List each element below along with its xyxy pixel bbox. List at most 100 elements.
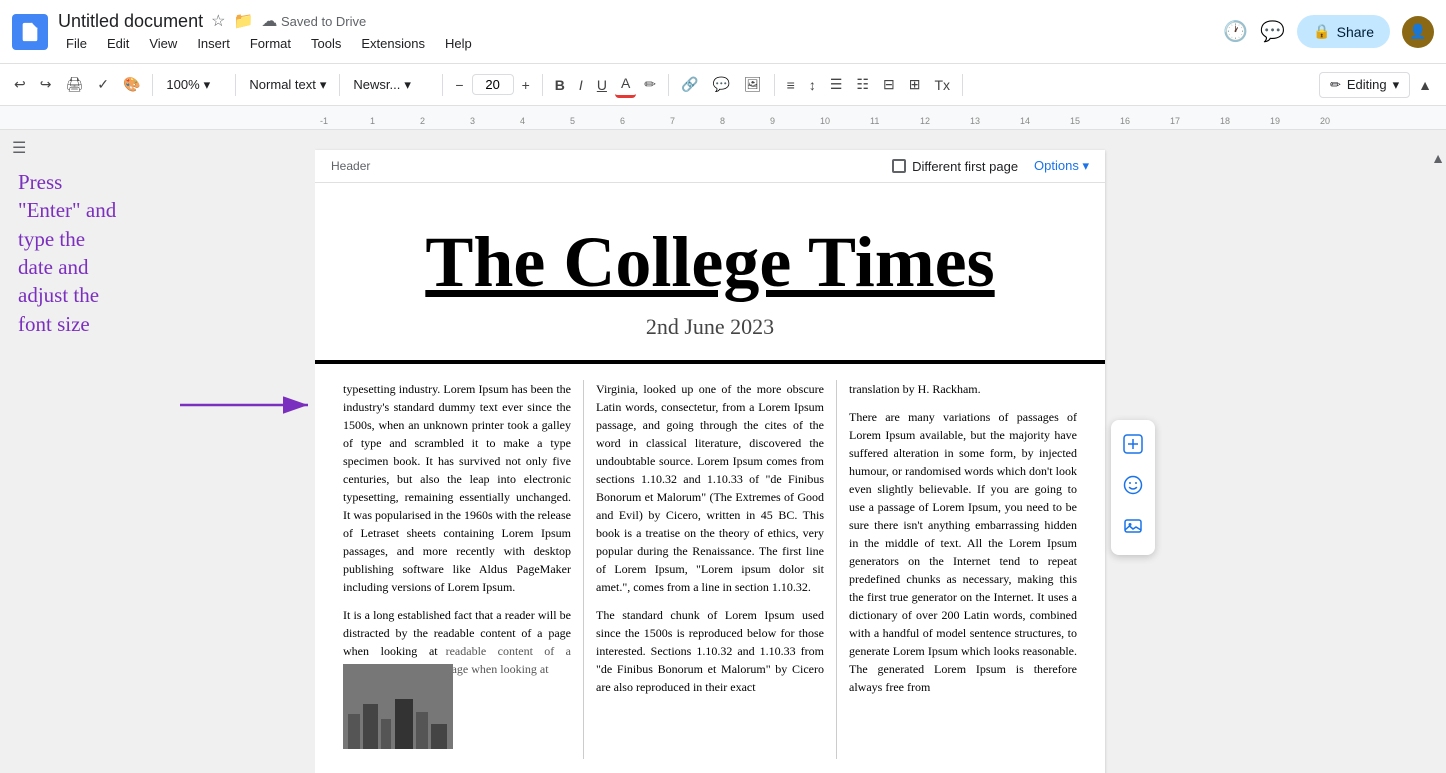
folder-icon[interactable]: 📁 <box>233 11 253 31</box>
undo-button[interactable]: ↩ <box>8 72 32 97</box>
history-button[interactable]: 🕐 <box>1223 19 1248 44</box>
text-color-button[interactable]: A <box>615 71 636 98</box>
doc-scroll[interactable]: Header Different first page Options ▾ Th… <box>315 130 1430 773</box>
col3-para1: translation by H. Rackham. <box>849 380 1077 398</box>
highlight-button[interactable]: ✏ <box>638 72 662 97</box>
toolbar-sep-8 <box>962 74 963 96</box>
style-select[interactable]: Normal text ▾ <box>242 73 333 97</box>
doc-title[interactable]: Untitled document <box>58 11 203 32</box>
underline-button[interactable]: U <box>591 73 613 97</box>
link-button[interactable]: 🔗 <box>675 72 704 97</box>
col2-para2: The standard chunk of Lorem Ipsum used s… <box>596 606 824 696</box>
columns: typesetting industry. Lorem Ipsum has be… <box>315 364 1105 773</box>
bold-button[interactable]: B <box>549 73 571 97</box>
diff-first-page: Different first page <box>892 159 1018 174</box>
newspaper-title[interactable]: The College Times <box>375 223 1045 302</box>
font-size-increase-button[interactable]: + <box>516 73 536 97</box>
print-button[interactable]: 🖨 <box>59 72 89 97</box>
svg-text:7: 7 <box>670 116 675 126</box>
newspaper-date[interactable]: 2nd June 2023 <box>375 314 1045 340</box>
collapse-toolbar-button[interactable]: ▲ <box>1412 73 1438 97</box>
add-element-button[interactable] <box>1117 428 1149 465</box>
main-area: ☰ Press "Enter" and type the date and ad… <box>0 130 1446 773</box>
zoom-select[interactable]: 100% ▾ <box>159 73 229 97</box>
spellcheck-button[interactable]: ✓ <box>91 72 115 97</box>
svg-text:10: 10 <box>820 116 830 126</box>
saved-status: ☁ Saved to Drive <box>261 11 366 31</box>
indent-decrease-button[interactable]: ⊟ <box>877 72 901 97</box>
menu-tools[interactable]: Tools <box>303 34 349 53</box>
menu-edit[interactable]: Edit <box>99 34 137 53</box>
insert-image-button[interactable] <box>1117 510 1149 547</box>
svg-text:11: 11 <box>870 116 879 126</box>
menu-insert[interactable]: Insert <box>189 34 238 53</box>
align-button[interactable]: ≡ <box>781 73 801 97</box>
col1-para2: It is a long established fact that a rea… <box>343 606 571 749</box>
menu-file[interactable]: File <box>58 34 95 53</box>
font-size-input[interactable] <box>472 74 514 95</box>
star-icon[interactable]: ☆ <box>211 11 225 31</box>
col1-para1: typesetting industry. Lorem Ipsum has be… <box>343 380 571 596</box>
menu-help[interactable]: Help <box>437 34 480 53</box>
sidebar-left: ☰ Press "Enter" and type the date and ad… <box>0 130 315 773</box>
menu-view[interactable]: View <box>141 34 185 53</box>
numbered-list-button[interactable]: ☷ <box>850 72 875 97</box>
toolbar-sep-6 <box>668 74 669 96</box>
svg-text:-1: -1 <box>320 116 328 126</box>
svg-text:19: 19 <box>1270 116 1280 126</box>
paint-format-button[interactable]: 🎨 <box>117 72 146 97</box>
menu-format[interactable]: Format <box>242 34 299 53</box>
toolbar-sep-5 <box>542 74 543 96</box>
svg-text:4: 4 <box>520 116 525 126</box>
italic-button[interactable]: I <box>573 73 589 97</box>
right-panel: ▲ <box>1430 130 1446 773</box>
font-size-decrease-button[interactable]: − <box>449 73 469 97</box>
svg-text:9: 9 <box>770 116 775 126</box>
svg-text:15: 15 <box>1070 116 1080 126</box>
svg-text:12: 12 <box>920 116 930 126</box>
svg-text:6: 6 <box>620 116 625 126</box>
options-button[interactable]: Options ▾ <box>1034 158 1089 174</box>
column-2[interactable]: Virginia, looked up one of the more obsc… <box>584 380 837 759</box>
share-button[interactable]: 🔒 Share <box>1297 15 1390 48</box>
column-1[interactable]: typesetting industry. Lorem Ipsum has be… <box>331 380 584 759</box>
top-bar: Untitled document ☆ 📁 ☁ Saved to Drive F… <box>0 0 1446 64</box>
diff-first-page-checkbox[interactable] <box>892 159 906 173</box>
image-button[interactable]: 🖼 <box>738 72 768 97</box>
redo-button[interactable]: ↪ <box>34 72 58 97</box>
menu-bar: File Edit View Insert Format Tools Exten… <box>58 34 1223 53</box>
toolbar-sep-4 <box>442 74 443 96</box>
collapse-sidebar-button[interactable]: ▲ <box>1431 150 1445 166</box>
col3-para2: There are many variations of passages of… <box>849 408 1077 696</box>
editing-mode-select[interactable]: ✏ Editing ▾ <box>1319 72 1410 98</box>
header-label: Header <box>331 159 370 173</box>
outline-icon[interactable]: ☰ <box>12 138 26 158</box>
indent-increase-button[interactable]: ⊞ <box>903 72 927 97</box>
bullets-button[interactable]: ☰ <box>824 72 849 97</box>
emoji-button[interactable] <box>1117 469 1149 506</box>
svg-text:2: 2 <box>420 116 425 126</box>
svg-text:8: 8 <box>720 116 725 126</box>
svg-text:17: 17 <box>1170 116 1180 126</box>
toolbar-sep-3 <box>339 74 340 96</box>
diff-first-page-label: Different first page <box>912 159 1018 174</box>
menu-extensions[interactable]: Extensions <box>353 34 433 53</box>
svg-text:13: 13 <box>970 116 980 126</box>
chat-button[interactable]: 💬 <box>1260 19 1285 44</box>
svg-text:16: 16 <box>1120 116 1130 126</box>
toolbar-sep-1 <box>152 74 153 96</box>
svg-text:20: 20 <box>1320 116 1330 126</box>
column-3[interactable]: translation by H. Rackham. There are man… <box>837 380 1089 759</box>
avatar: 👤 <box>1402 16 1434 48</box>
comment-button[interactable]: 💬 <box>706 72 735 97</box>
clear-format-button[interactable]: Tx <box>928 73 956 97</box>
line-spacing-button[interactable]: ↕ <box>803 73 822 97</box>
toolbar-sep-2 <box>235 74 236 96</box>
svg-text:18: 18 <box>1220 116 1230 126</box>
top-right: 🕐 💬 🔒 Share 👤 <box>1223 15 1434 48</box>
svg-text:1: 1 <box>370 116 375 126</box>
doc-page: Header Different first page Options ▾ Th… <box>315 150 1105 773</box>
pencil-icon: ✏ <box>1330 77 1341 93</box>
svg-text:3: 3 <box>470 116 475 126</box>
font-select[interactable]: Newsr... ▾ <box>346 73 436 97</box>
